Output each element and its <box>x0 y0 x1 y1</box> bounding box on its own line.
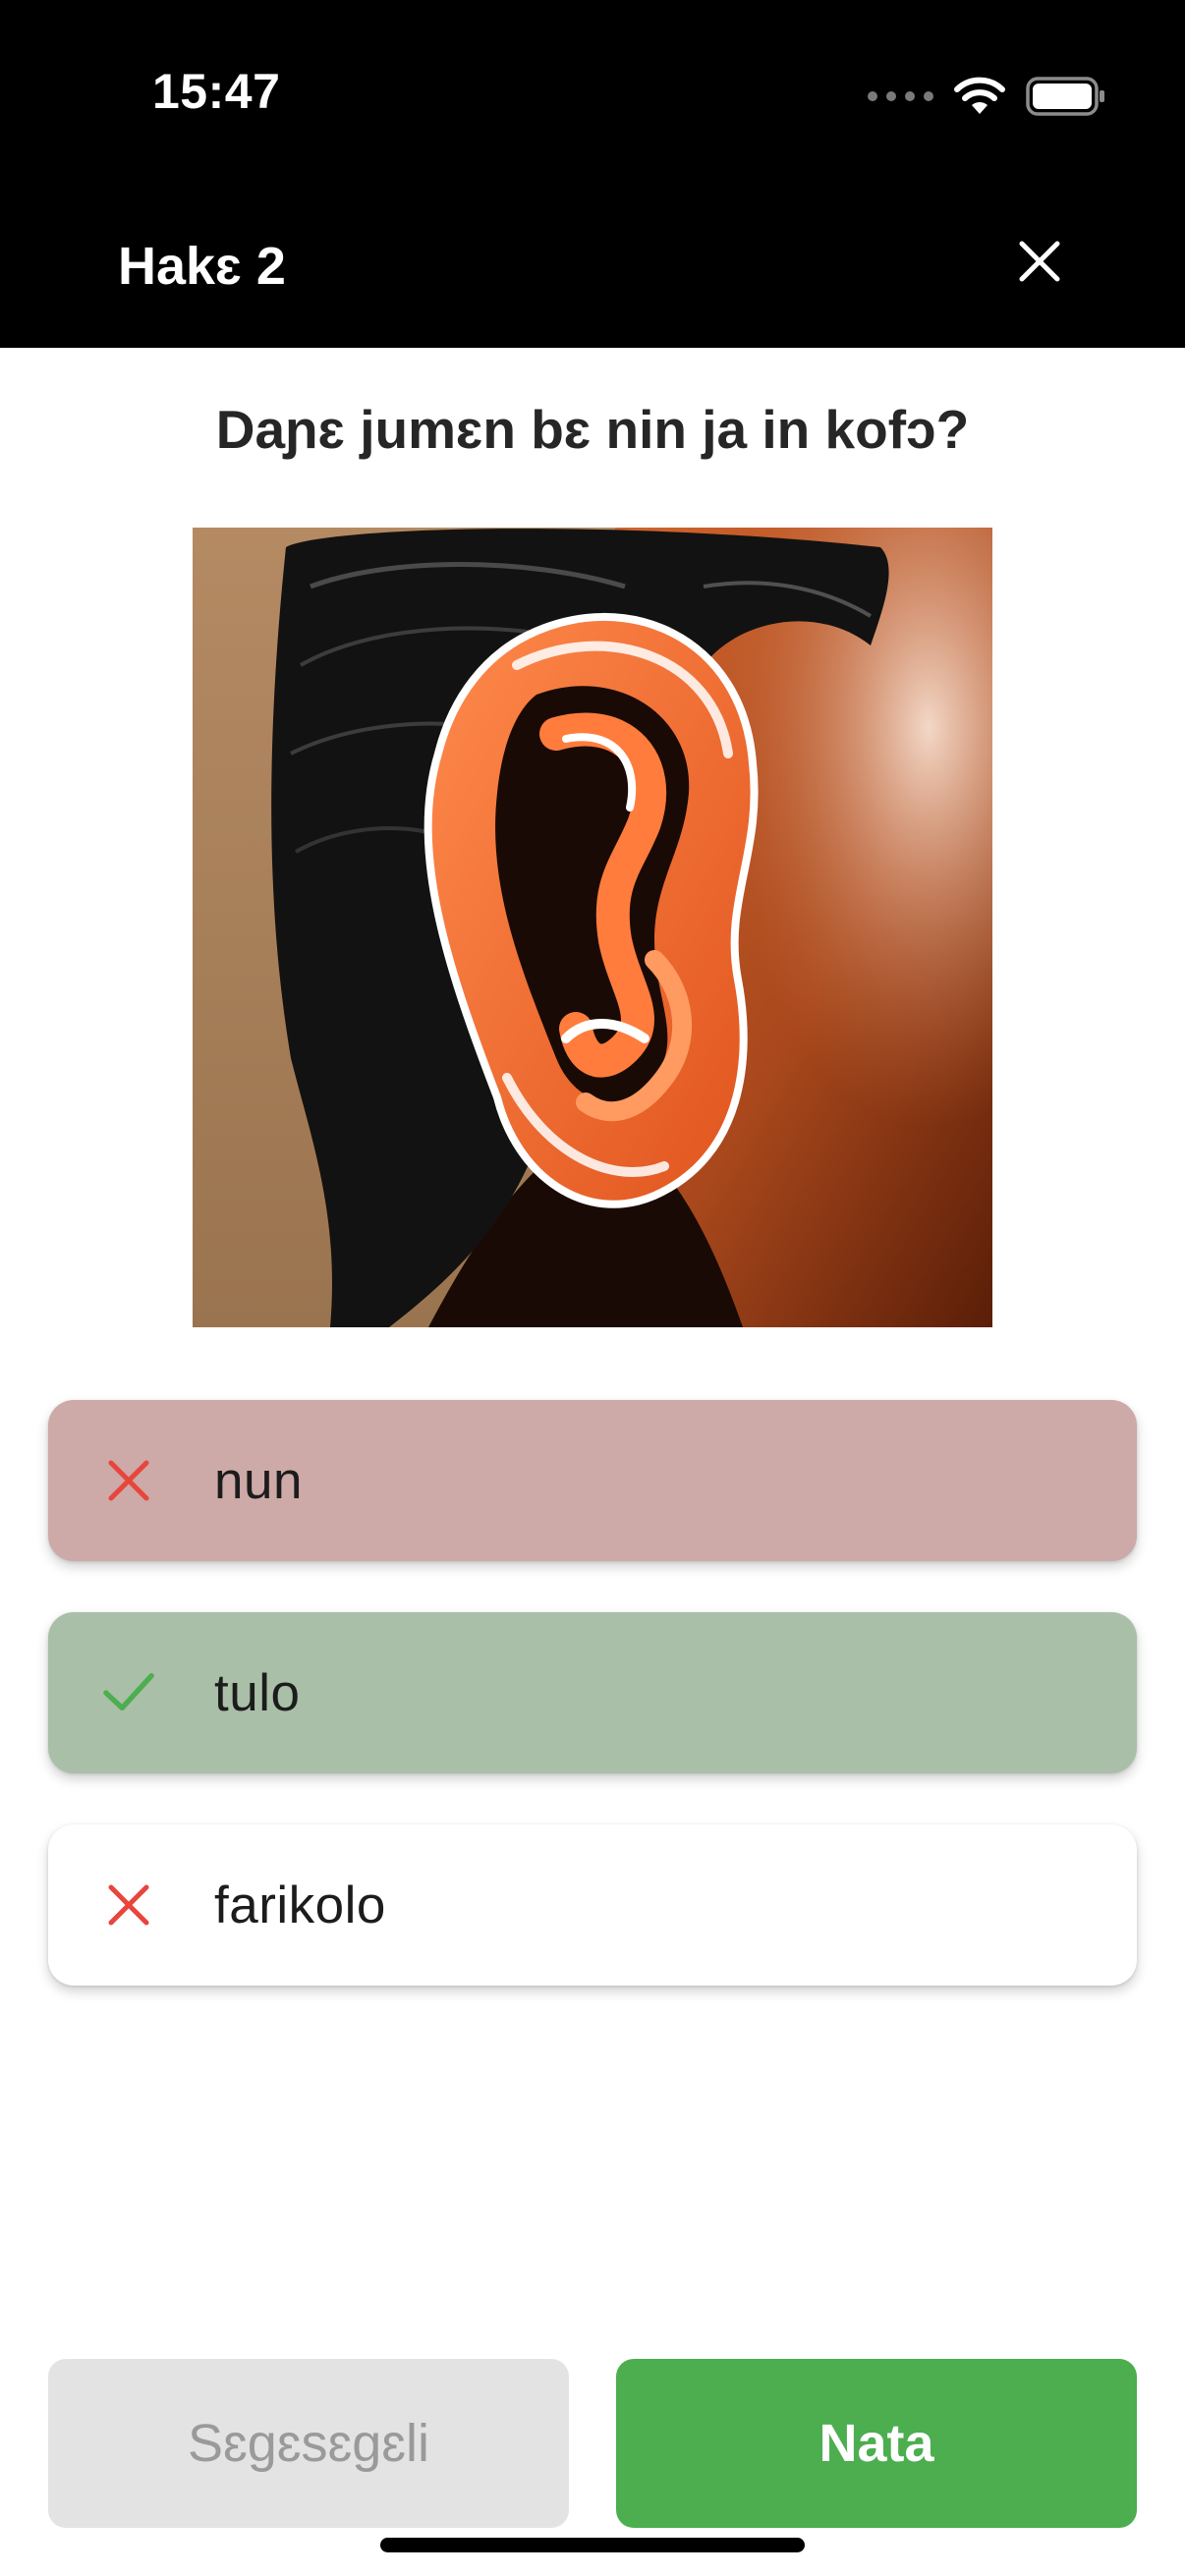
nav-title: Hakɛ 2 <box>118 237 286 296</box>
wifi-icon <box>954 77 1005 114</box>
answer-option-2[interactable]: tulo <box>48 1612 1137 1773</box>
status-time: 15:47 <box>152 64 281 119</box>
x-icon <box>103 1879 154 1931</box>
next-button[interactable]: Nata <box>616 2359 1137 2528</box>
ear-illustration <box>193 528 992 1327</box>
answer-label: tulo <box>214 1663 301 1722</box>
top-bar: 15:47 Hakɛ 2 <box>0 0 1185 348</box>
quiz-screen: 15:47 Hakɛ 2 Daɲɛ jumɛn bɛ nin ja in kof… <box>0 0 1185 2576</box>
answer-label: nun <box>214 1451 303 1510</box>
home-indicator[interactable] <box>380 2538 805 2552</box>
question-text: Daɲɛ jumɛn bɛ nin ja in kofɔ? <box>215 399 970 460</box>
answer-option-3[interactable]: farikolo <box>48 1824 1137 1986</box>
close-icon <box>1019 241 1060 282</box>
secondary-button[interactable]: Sɛgɛsɛgɛli <box>48 2359 569 2528</box>
status-icons <box>868 71 1106 122</box>
answer-label: farikolo <box>214 1876 386 1934</box>
x-icon <box>103 1455 154 1506</box>
signal-icon <box>868 91 933 101</box>
answer-option-1[interactable]: nun <box>48 1400 1137 1561</box>
battery-icon <box>1026 77 1104 116</box>
check-icon <box>103 1667 154 1718</box>
close-button[interactable] <box>1012 234 1067 289</box>
